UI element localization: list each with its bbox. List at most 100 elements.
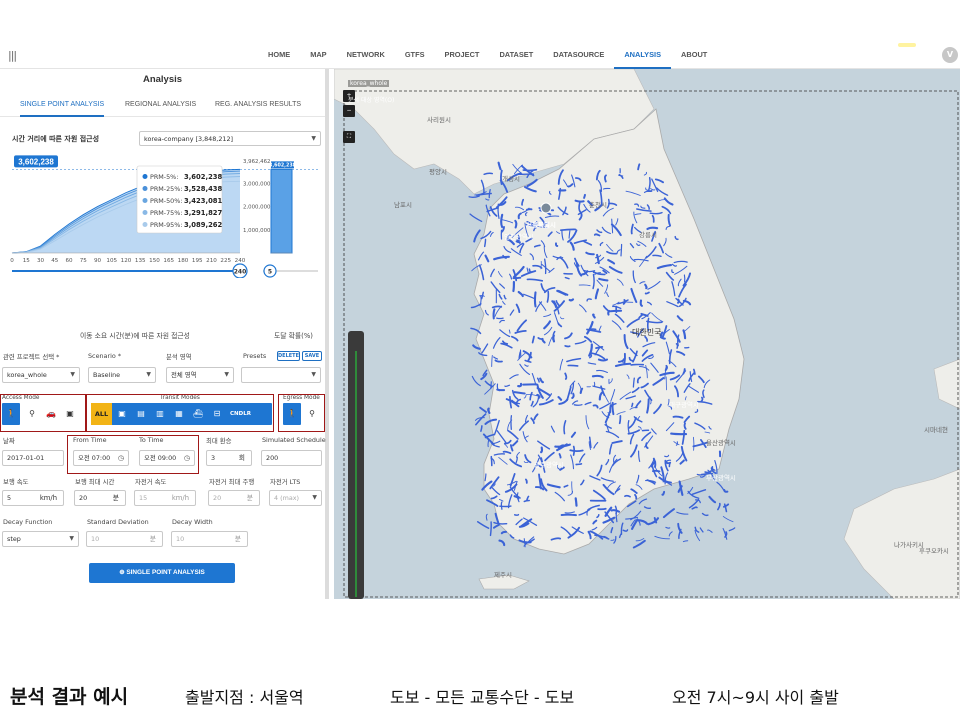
network-segment: [638, 498, 648, 505]
std-dev-label: Standard Deviation: [87, 518, 149, 526]
layer-subtitle: 분석 대상 영역(O): [348, 97, 395, 104]
network-segment: [723, 489, 729, 493]
network-segment: [603, 535, 609, 540]
network-segment: [610, 527, 614, 534]
network-segment: [676, 511, 689, 515]
tab-reg-results[interactable]: REG. ANALYSIS RESULTS: [215, 93, 301, 117]
nav-map[interactable]: MAP: [300, 41, 336, 69]
decay-select[interactable]: step ▼: [2, 531, 79, 547]
network-segment: [622, 529, 629, 532]
network-segment: [699, 527, 704, 533]
nav-analysis[interactable]: ANALYSIS: [614, 41, 672, 69]
decay-width-input[interactable]: 10 분: [171, 531, 248, 547]
nav-gtfs[interactable]: GTFS: [395, 41, 435, 69]
std-dev-input[interactable]: 10 분: [86, 531, 163, 547]
date-input[interactable]: 2017-01-01: [2, 450, 64, 466]
bike-time-input[interactable]: 20 분: [208, 490, 260, 506]
network-segment: [677, 522, 683, 534]
network-segment: [526, 208, 533, 211]
chart-x-tick: 225: [220, 258, 231, 264]
chart-y-tick: 2,000,000: [243, 205, 271, 211]
fullscreen-icon[interactable]: ⛶: [343, 131, 355, 143]
network-segment: [595, 345, 604, 350]
save-preset-button[interactable]: SAVE: [302, 351, 322, 361]
hamburger-icon[interactable]: |||: [8, 49, 17, 62]
notification-indicator: [898, 43, 916, 47]
destination-select[interactable]: korea-company [3,848,212] ▼: [139, 131, 321, 146]
presets-select[interactable]: ▼: [241, 367, 321, 383]
tab-regional[interactable]: REGIONAL ANALYSIS: [125, 93, 196, 117]
chart-x-tick: 90: [94, 258, 102, 264]
network-segment: [635, 537, 645, 542]
network-segment: [513, 391, 526, 395]
scenario-select[interactable]: Baseline ▼: [88, 367, 156, 383]
caret-down-icon: ▼: [224, 371, 229, 378]
analysis-panel: Analysis SINGLE POINT ANALYSIS REGIONAL …: [0, 69, 329, 599]
max-transfer-input[interactable]: 3 회: [206, 450, 252, 466]
chart-tooltip-dot: [142, 222, 148, 227]
nav-dataset[interactable]: DATASET: [489, 41, 543, 69]
network-segment: [569, 449, 584, 453]
project-select[interactable]: korea_whole ▼: [2, 367, 80, 383]
accessibility-label: 시간 거리에 따른 자원 접근성: [12, 135, 100, 143]
chart-y-tick: 3,000,000: [243, 181, 271, 187]
map-label-nampo: 남포시: [394, 201, 412, 209]
nav-about[interactable]: ABOUT: [671, 41, 717, 69]
simulated-schedule-input[interactable]: 200: [261, 450, 322, 466]
network-segment: [643, 506, 652, 510]
bike-time-value: 20: [213, 494, 222, 502]
map-label-busan: 부산광역시: [706, 474, 736, 482]
bike-speed-label: 자전거 속도: [135, 478, 167, 486]
network-segment: [708, 495, 717, 504]
access-mode-highlight: [0, 394, 86, 432]
network-segment: [513, 513, 520, 516]
bike-speed-unit: km/h: [171, 494, 189, 502]
network-segment: [682, 540, 689, 543]
network-segment: [604, 174, 607, 183]
chart-x-tick: 240: [235, 258, 246, 264]
network-segment: [691, 506, 698, 510]
date-input-value: 2017-01-01: [7, 454, 45, 462]
side-bar-value-label: 3,602,238: [269, 163, 297, 169]
walk-speed-value: 5: [7, 494, 12, 502]
nav-project[interactable]: PROJECT: [435, 41, 490, 69]
egress-mode-highlight: [278, 394, 325, 432]
bike-lts-select[interactable]: 4 (max) ▼: [269, 490, 322, 506]
japan-west-land: [933, 358, 960, 410]
chart-tooltip-series-value: 3,089,262: [184, 221, 223, 229]
nav-home[interactable]: HOME: [258, 41, 300, 69]
tab-single-point[interactable]: SINGLE POINT ANALYSIS: [20, 93, 105, 117]
network-segment: [559, 228, 577, 232]
map-label-korea: 대한민국: [632, 328, 662, 337]
map-label-gangneung: 강릉시: [639, 231, 657, 239]
network-segment: [630, 402, 634, 408]
bike-time-label: 자전거 최대 주행: [209, 478, 255, 486]
chart-tooltip-series-name: PRM-75%:: [150, 209, 182, 217]
chart-x-tick: 60: [65, 258, 73, 264]
nav-datasource[interactable]: DATASOURCE: [543, 41, 614, 69]
user-avatar[interactable]: V: [942, 47, 958, 63]
chart-x-tick: 15: [23, 258, 31, 264]
delete-preset-button[interactable]: DELETE: [277, 351, 300, 361]
panel-title: Analysis: [142, 74, 183, 85]
network-segment: [500, 501, 503, 510]
walk-speed-input[interactable]: 5 km/h: [2, 490, 64, 506]
bike-speed-input[interactable]: 15 km/h: [134, 490, 196, 506]
network-segment: [500, 213, 504, 229]
walk-time-input[interactable]: 20 분: [74, 490, 126, 506]
network-segment: [483, 238, 487, 248]
network-segment: [546, 290, 550, 303]
network-segment: [573, 404, 583, 406]
map-time-slider[interactable]: [348, 331, 364, 599]
network-segment: [558, 453, 562, 459]
origin-marker: [540, 202, 552, 214]
area-select[interactable]: 전체 영역 ▼: [166, 367, 234, 383]
map-view[interactable]: 사리원시 평양시 남포시 개성시 서울특별시 인천광역시 춘천시 강릉시 대한민…: [334, 69, 960, 599]
map-label-gwangju: 광주광역시: [534, 461, 564, 469]
nav-network[interactable]: NETWORK: [337, 41, 395, 69]
network-segment: [574, 497, 578, 507]
single-point-analysis-button[interactable]: ⊕ SINGLE POINT ANALYSIS: [89, 563, 235, 583]
network-segment: [722, 515, 734, 523]
network-segment: [471, 375, 481, 387]
zoom-out-icon[interactable]: −: [343, 105, 355, 117]
